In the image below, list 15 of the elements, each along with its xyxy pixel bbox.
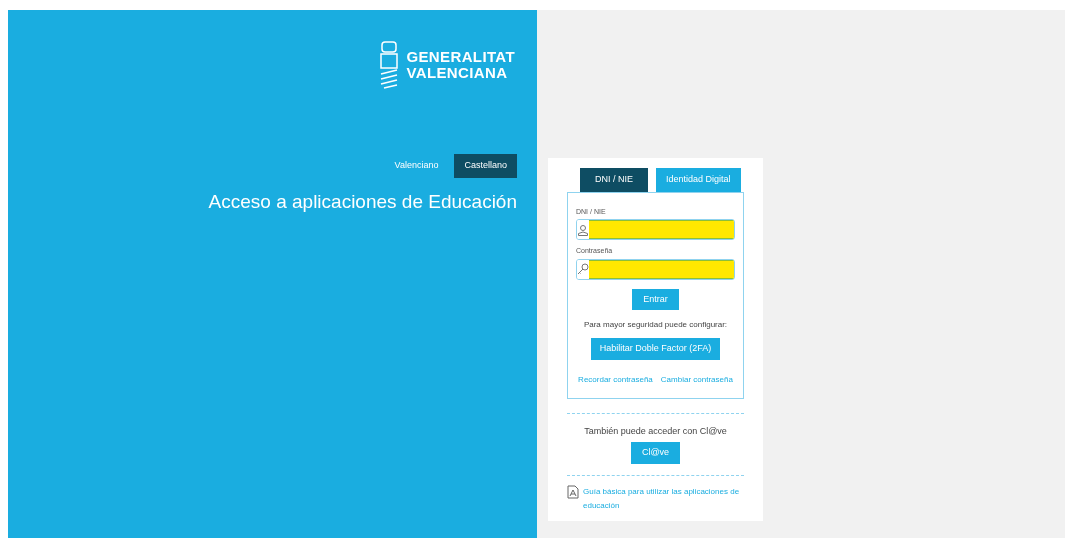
language-button[interactable]: Castellano — [454, 154, 517, 178]
clave-note: También puede acceder con Cl@ve — [583, 424, 728, 438]
text-link[interactable]: Recordar contraseña — [578, 373, 653, 386]
brand-name: GENERALITAT — [406, 49, 515, 65]
two-factor-button[interactable]: Habilitar Doble Factor (2FA) — [590, 338, 721, 360]
security-note: Para mayor seguridad puede configurar: — [583, 319, 728, 331]
submit-button[interactable]: Entrar — [632, 288, 679, 310]
guide-link[interactable]: Guía básica para utilizar las aplicaciones de educación — [583, 484, 744, 513]
language-button[interactable]: Valenciano — [392, 154, 441, 178]
tab[interactable]: Identidad Digital — [656, 168, 741, 192]
tab[interactable]: DNI / NIE — [580, 168, 648, 192]
brand-name: VALENCIANA — [406, 65, 509, 81]
text-link[interactable]: Cambiar contraseña — [660, 373, 733, 386]
clave-button[interactable]: Cl@ve — [630, 442, 681, 464]
page-heading: Acceso a aplicaciones de Educación — [208, 189, 517, 214]
